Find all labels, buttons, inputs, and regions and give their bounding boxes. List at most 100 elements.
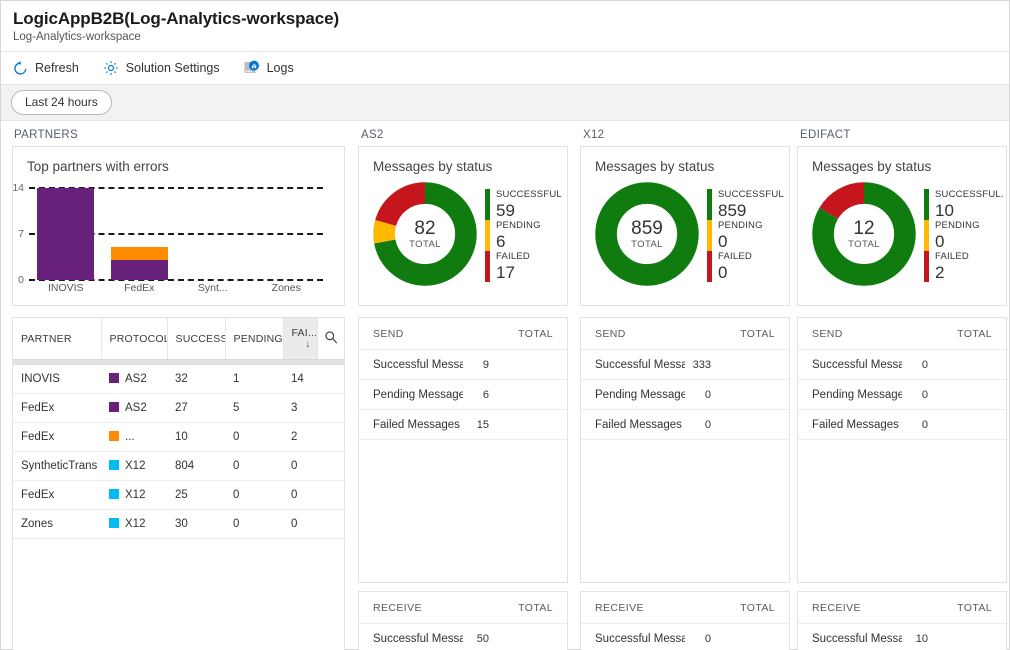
list-item[interactable]: Successful Messages 0 [798, 350, 1006, 380]
list-item-value: 0 [921, 358, 928, 371]
top-partners-with-errors-card: Top partners with errors 0 7 14 INOVIS FedEx… [12, 146, 345, 306]
chart-bar[interactable] [29, 188, 103, 280]
cell-protocol: ... [101, 422, 167, 452]
list-item-bar-track [934, 634, 996, 643]
logs-button[interactable]: Logs [242, 54, 296, 82]
chart-y-axis-label: 0 [18, 274, 24, 286]
list-item-value: 50 [476, 632, 489, 645]
sort-descending-icon: ↓ [305, 339, 311, 350]
list-header-direction: SEND [595, 328, 626, 340]
list-item-bar-track [717, 390, 779, 399]
legend-item: FAILED 0 [707, 250, 784, 282]
x12-receive-summary-card: RECEIVETOTALSuccessful Messages0Pending … [580, 591, 790, 650]
list-header-direction: RECEIVE [595, 602, 644, 614]
table-row[interactable]: FedEx X12 25 0 0 [13, 480, 345, 510]
cell-failed: 3 [283, 393, 345, 423]
list-item-value: 0 [704, 418, 711, 431]
as2-send-summary-card: SEND TOTAL Successful Messages 9 Pending Mes… [358, 317, 568, 583]
legend-value: 10 [935, 200, 954, 220]
list-header-total: TOTAL [740, 602, 775, 614]
gear-icon [103, 60, 119, 76]
cell-partner: FedEx [13, 422, 101, 452]
list-item[interactable]: Failed Messages 15 [359, 410, 567, 440]
cell-partner: Zones [13, 509, 101, 539]
chart-bar[interactable] [250, 188, 324, 280]
partners-bar-chart[interactable]: 0 7 14 INOVIS FedEx Synt... Zones [12, 182, 329, 294]
cell-success: 804 [167, 451, 225, 481]
chart-bar[interactable] [176, 188, 250, 280]
legend-value: 0 [718, 262, 728, 282]
cell-success: 30 [167, 509, 225, 539]
legend-label: PENDING [935, 219, 980, 231]
chart-bar-segment [37, 188, 95, 280]
table-row[interactable]: INOVIS AS2 32 1 14 [13, 365, 345, 394]
cell-partner: INOVIS [13, 365, 101, 394]
chart-y-axis-label: 14 [12, 182, 24, 194]
partners-table-column-header[interactable]: SUCCESS [167, 318, 226, 360]
table-search-button[interactable] [317, 318, 345, 360]
legend-label: SUCCESSFUL [496, 188, 562, 200]
list-item-bar-track [934, 420, 996, 429]
table-row[interactable]: FedEx AS2 27 5 3 [13, 393, 345, 423]
legend-item: FAILED 2 [924, 250, 1004, 282]
list-item[interactable]: Pending Messages 6 [359, 380, 567, 410]
list-item-bar-track [495, 634, 557, 643]
list-item[interactable]: Successful Messages 0 [581, 624, 789, 650]
as2-receive-summary-card: RECEIVETOTALSuccessful Messages50Pending… [358, 591, 568, 650]
list-item[interactable]: Failed Messages 0 [581, 410, 789, 440]
list-item[interactable]: Successful Messages 333 [581, 350, 789, 380]
list-header-total: TOTAL [957, 328, 992, 340]
list-item-value: 9 [482, 358, 489, 371]
partners-table: PARTNER PROTOCOL SUCCESS PENDING FAI... ↓ INO… [13, 318, 345, 539]
legend-color-bar [924, 188, 929, 220]
list-item-bar-track [934, 360, 996, 369]
legend-value: 859 [718, 200, 747, 220]
donut-chart[interactable] [593, 180, 701, 288]
legend-value: 59 [496, 200, 515, 220]
chart-bar[interactable] [103, 188, 177, 280]
legend-label: FAILED [718, 250, 752, 262]
list-item[interactable]: Pending Messages 0 [581, 380, 789, 410]
partners-table-header: PARTNER PROTOCOL SUCCESS PENDING FAI... ↓ [13, 318, 345, 360]
list-item-value: 0 [921, 388, 928, 401]
cell-success: 10 [167, 422, 225, 452]
as2-messages-by-status-card: Messages by status 82 TOTAL SUCCESSFUL 59 PEN… [358, 146, 568, 306]
list-item-label: Failed Messages [373, 418, 460, 431]
legend-item: PENDING 0 [924, 219, 1004, 251]
cell-failed: 0 [283, 509, 345, 539]
list-item-label: Successful Messages [595, 632, 685, 645]
time-range-filter[interactable]: Last 24 hours [11, 90, 112, 115]
list-item[interactable]: Successful Messages 10 [798, 624, 1006, 650]
list-item[interactable]: Successful Messages 9 [359, 350, 567, 380]
partners-table-column-header[interactable]: PARTNER [13, 318, 102, 360]
donut-chart[interactable] [371, 180, 479, 288]
partners-table-column-header[interactable]: FAI... ↓ [283, 318, 318, 360]
partners-table-column-header[interactable]: PENDING [225, 318, 284, 360]
x12-send-summary-card: SEND TOTAL Successful Messages 333 Pending M… [580, 317, 790, 583]
cell-success: 32 [167, 365, 225, 394]
legend-color-bar [707, 219, 712, 251]
table-row[interactable]: Zones X12 30 0 0 [13, 509, 345, 539]
list-item-bar-track [717, 360, 779, 369]
legend-label: FAILED [496, 250, 530, 262]
donut-chart[interactable] [810, 180, 918, 288]
list-item[interactable]: Successful Messages 50 [359, 624, 567, 650]
table-row[interactable]: FedEx... 10 0 2 [13, 422, 345, 452]
list-header: SEND TOTAL [798, 318, 1006, 350]
donut-legend: SUCCESSFUL 859 PENDING 0 FAILED 0 [707, 187, 784, 282]
solution-settings-button[interactable]: Solution Settings [101, 54, 222, 82]
partners-table-column-header[interactable]: PROTOCOL [101, 318, 168, 360]
list-item[interactable]: Pending Messages 0 [798, 380, 1006, 410]
partners-chart-title: Top partners with errors [27, 159, 169, 174]
refresh-button[interactable]: Refresh [11, 54, 81, 82]
table-row[interactable]: SyntheticTrans X12 804 0 0 [13, 451, 345, 481]
page-header: LogicAppB2B(Log-Analytics-workspace) Log… [1, 1, 1009, 51]
list-item-bar-track [495, 390, 557, 399]
cell-failed: 2 [283, 422, 345, 452]
protocol-color-swatch [109, 518, 119, 528]
protocol-color-swatch [109, 431, 119, 441]
list-item-label: Failed Messages [812, 418, 899, 431]
cell-failed: 0 [283, 451, 345, 481]
list-item-label: Pending Messages [595, 388, 685, 401]
list-item[interactable]: Failed Messages 0 [798, 410, 1006, 440]
